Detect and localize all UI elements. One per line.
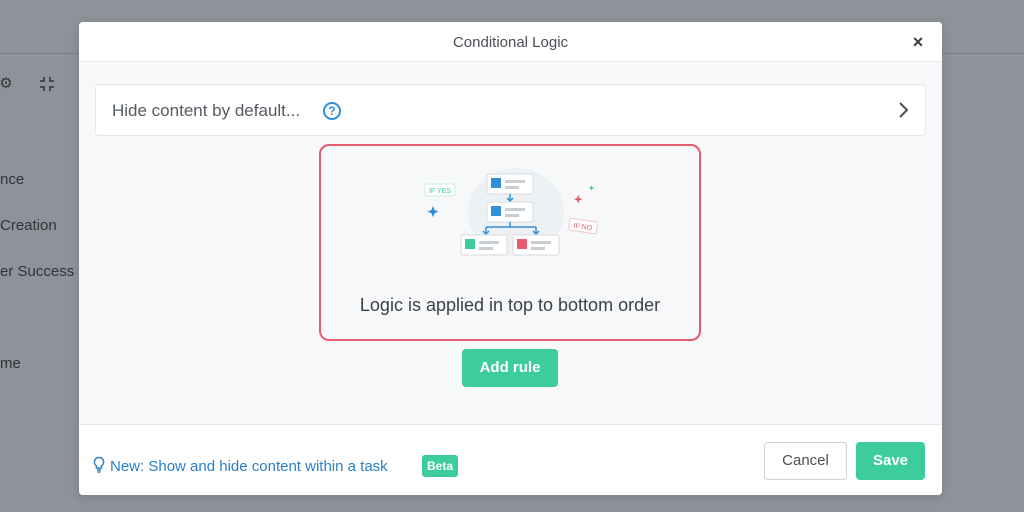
gear-icon[interactable]: ⚙ (0, 75, 15, 93)
if-yes-tag: IF YES (424, 183, 456, 197)
collapse-icon[interactable] (38, 75, 56, 93)
modal-footer: New: Show and hide content within a task… (79, 424, 942, 495)
lightbulb-icon (93, 456, 105, 473)
sidebar-item[interactable]: nce (0, 171, 24, 188)
close-icon[interactable]: × (908, 32, 928, 52)
if-no-tag: IF NO (568, 217, 598, 235)
hide-content-row[interactable]: Hide content by default... ? (95, 84, 926, 136)
sidebar-item[interactable]: me (0, 355, 21, 372)
new-feature-link[interactable]: New: Show and hide content within a task (110, 458, 388, 475)
beta-badge: Beta (422, 455, 459, 477)
conditional-logic-modal: Conditional Logic × Hide content by defa… (79, 22, 942, 495)
logic-flow-illustration: IF YES IF NO (424, 168, 598, 256)
help-icon[interactable]: ? (323, 102, 341, 120)
modal-header: Conditional Logic × (79, 22, 942, 62)
modal-title: Conditional Logic (452, 34, 569, 51)
if-yes-text: IF YES (429, 188, 451, 195)
empty-state-text: Logic is applied in top to bottom order (359, 295, 661, 315)
empty-state: IF YES IF NO Logic is applied in top to … (319, 144, 701, 341)
add-rule-button[interactable]: Add rule (462, 349, 558, 387)
sidebar-item[interactable]: er Success (0, 263, 74, 280)
hide-content-label: Hide content by default... (112, 101, 301, 120)
save-button[interactable]: Save (856, 442, 925, 480)
chevron-right-icon (899, 102, 909, 118)
sidebar-item[interactable]: Creation (0, 217, 57, 234)
cancel-button[interactable]: Cancel (764, 442, 847, 480)
